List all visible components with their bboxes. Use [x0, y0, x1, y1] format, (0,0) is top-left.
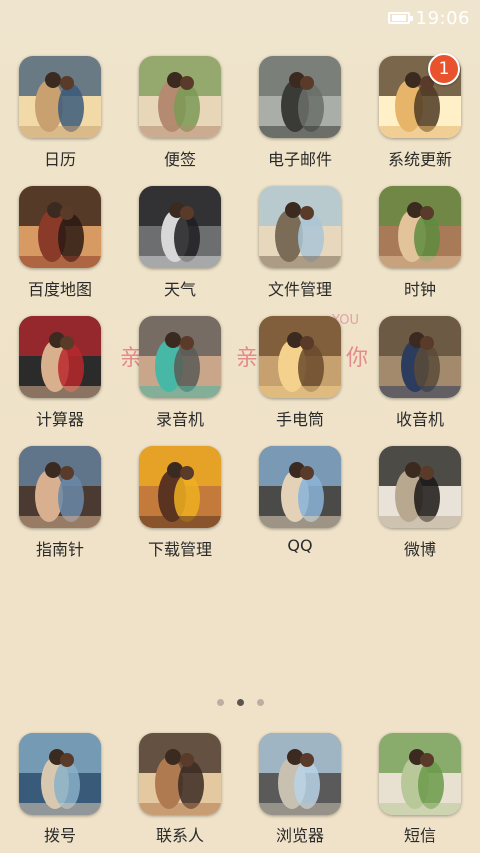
status-time: 19:06 — [415, 7, 470, 29]
app-calendar[interactable]: 日历 — [0, 56, 120, 186]
baidu-map-photo-icon[interactable] — [19, 186, 101, 268]
app-label: 天气 — [163, 280, 196, 299]
app-label: QQ — [287, 536, 313, 555]
app-label: 系统更新 — [387, 150, 452, 169]
calculator-photo-icon[interactable] — [19, 316, 101, 398]
app-label: 计算器 — [35, 410, 84, 429]
home-app-grid: 日历 便签 电子邮件 系统更新 1 百度地图 天气 文件管理 时钟计算器 录音机 手电筒 收音机指南针… — [0, 53, 480, 576]
browser-photo-icon[interactable] — [259, 733, 341, 815]
page-dot-3[interactable] — [256, 699, 264, 706]
calendar-photo-icon[interactable] — [19, 56, 101, 138]
update-count-badge: 1 — [428, 53, 460, 85]
app-messages[interactable]: 短信 — [360, 733, 480, 846]
app-contacts[interactable]: 联系人 — [120, 733, 240, 846]
app-label: 收音机 — [395, 410, 444, 429]
app-calculator[interactable]: 计算器 — [0, 316, 120, 446]
contacts-photo-icon[interactable] — [139, 733, 221, 815]
recorder-photo-icon[interactable] — [139, 316, 221, 398]
app-recorder[interactable]: 录音机 — [120, 316, 240, 446]
email-photo-icon[interactable] — [259, 56, 341, 138]
app-label: 时钟 — [403, 280, 436, 299]
app-clock[interactable]: 时钟 — [360, 186, 480, 316]
app-weather[interactable]: 天气 — [120, 186, 240, 316]
app-label: 下载管理 — [147, 540, 212, 559]
app-memo[interactable]: 便签 — [120, 56, 240, 186]
download-manager-photo-icon[interactable] — [139, 446, 221, 528]
app-baidu-map[interactable]: 百度地图 — [0, 186, 120, 316]
app-label: 拨号 — [43, 826, 76, 845]
dialer-photo-icon[interactable] — [19, 733, 101, 815]
qq-photo-icon[interactable] — [259, 446, 341, 528]
app-label: 短信 — [403, 826, 436, 845]
clock-photo-icon[interactable] — [379, 186, 461, 268]
radio-photo-icon[interactable] — [379, 316, 461, 398]
app-dialer[interactable]: 拨号 — [0, 733, 120, 846]
app-label: 联系人 — [155, 826, 204, 845]
app-label: 便签 — [163, 150, 196, 169]
app-weibo[interactable]: 微博 — [360, 446, 480, 576]
app-compass[interactable]: 指南针 — [0, 446, 120, 576]
app-label: 日历 — [43, 150, 76, 169]
app-label: 手电筒 — [275, 410, 324, 429]
app-qq[interactable]: QQ — [240, 446, 360, 576]
weather-photo-icon[interactable] — [139, 186, 221, 268]
page-dot-2-active[interactable] — [236, 699, 244, 706]
app-label: 录音机 — [155, 410, 204, 429]
app-email[interactable]: 电子邮件 — [240, 56, 360, 186]
app-label: 浏览器 — [275, 826, 324, 845]
app-system-update[interactable]: 系统更新 1 — [360, 53, 480, 186]
flashlight-photo-icon[interactable] — [259, 316, 341, 398]
messages-photo-icon[interactable] — [379, 733, 461, 815]
file-manager-photo-icon[interactable] — [259, 186, 341, 268]
page-dot-1[interactable] — [216, 699, 224, 706]
status-bar: 19:06 — [0, 0, 480, 36]
memo-photo-icon[interactable] — [139, 56, 221, 138]
weibo-photo-icon[interactable] — [379, 446, 461, 528]
app-flashlight[interactable]: 手电筒 — [240, 316, 360, 446]
battery-icon — [387, 12, 413, 24]
dock: 拨号 联系人 浏览器 短信 — [0, 733, 480, 846]
app-browser[interactable]: 浏览器 — [240, 733, 360, 846]
page-indicator[interactable] — [0, 699, 480, 706]
app-label: 微博 — [403, 540, 436, 559]
app-label: 文件管理 — [267, 280, 332, 299]
app-file-manager[interactable]: 文件管理 — [240, 186, 360, 316]
app-label: 百度地图 — [27, 280, 92, 299]
app-radio[interactable]: 收音机 — [360, 316, 480, 446]
app-download-manager[interactable]: 下载管理 — [120, 446, 240, 576]
app-label: 电子邮件 — [267, 150, 332, 169]
app-label: 指南针 — [35, 540, 84, 559]
compass-photo-icon[interactable] — [19, 446, 101, 528]
